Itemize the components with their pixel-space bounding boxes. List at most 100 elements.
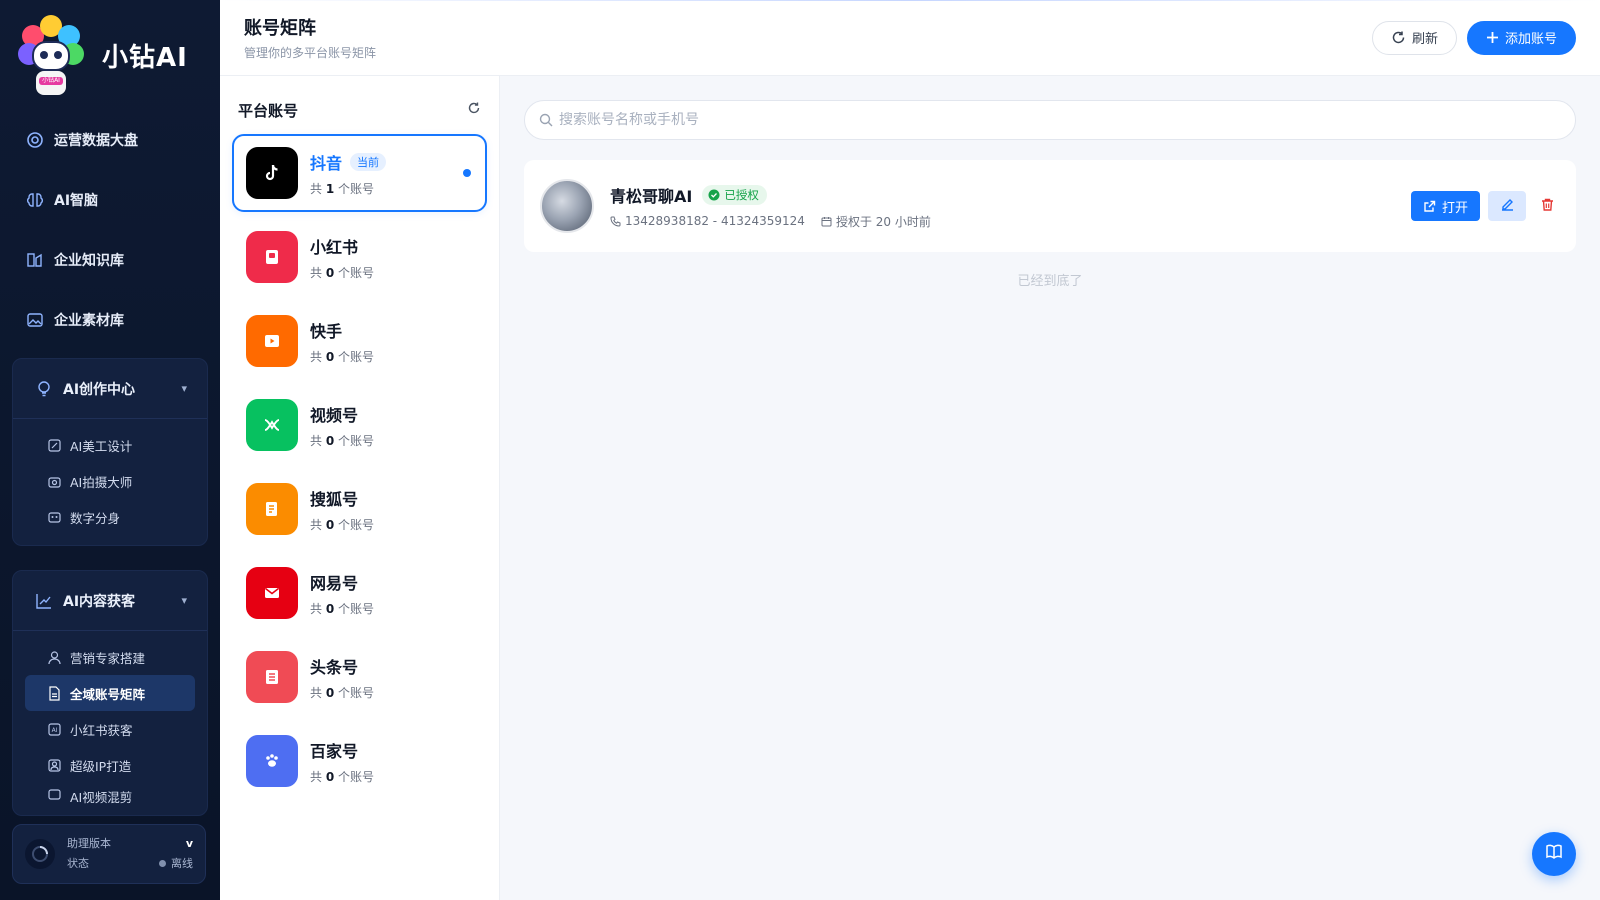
- ai-box-icon: AI: [47, 722, 62, 737]
- open-account-button[interactable]: 打开: [1410, 191, 1480, 221]
- authorized-badge: 已授权: [702, 184, 767, 205]
- platform-list: 抖音 当前 共 1 个账号 小红书 共 0 个账号 快手 共 0 个账号 视频号…: [232, 134, 487, 800]
- sub-item-ai-design[interactable]: AI美工设计: [25, 427, 195, 463]
- sub-item-xhs-acquire[interactable]: AI 小红书获客: [25, 711, 195, 747]
- platform-name: 网易号: [310, 573, 359, 593]
- chevron-down-icon: ▾: [181, 382, 187, 395]
- platform-count: 共 0 个账号: [310, 601, 375, 616]
- account-search[interactable]: [524, 100, 1576, 140]
- platform-item-xiaohongshu[interactable]: 小红书 共 0 个账号: [232, 218, 487, 296]
- platform-name: 小红书: [310, 237, 359, 257]
- calendar-icon: [821, 216, 832, 227]
- refresh-button[interactable]: 刷新: [1371, 20, 1457, 55]
- platform-count: 共 0 个账号: [310, 685, 375, 700]
- account-card[interactable]: 青松哥聊AI 已授权 13428938182 - 41324359124 授权于…: [524, 160, 1576, 252]
- svg-text:AI: AI: [52, 727, 58, 734]
- sub-item-ai-video-edit[interactable]: AI视频混剪: [25, 783, 195, 805]
- group-ai-create-header[interactable]: AI创作中心 ▾: [13, 359, 207, 419]
- auth-time: 授权于 20 小时前: [821, 213, 931, 230]
- platform-item-netease[interactable]: 网易号 共 0 个账号: [232, 554, 487, 632]
- refresh-platforms-icon[interactable]: [467, 101, 481, 119]
- bulb-icon: [35, 380, 53, 398]
- xiaohongshu-icon: [246, 231, 298, 283]
- nav-item-ai-brain[interactable]: AI智脑: [0, 170, 220, 230]
- account-phone: 13428938182 - 41324359124: [610, 214, 805, 228]
- platform-count: 共 0 个账号: [310, 265, 375, 280]
- knowledge-icon: [26, 251, 44, 269]
- platform-item-douyin[interactable]: 抖音 当前 共 1 个账号: [232, 134, 487, 212]
- brand[interactable]: 小钻AI 小钻AI: [0, 0, 220, 110]
- status-label: 状态: [67, 857, 89, 870]
- platform-name: 百家号: [310, 741, 359, 761]
- external-link-icon: [1423, 200, 1436, 213]
- main-content: 账号矩阵 管理你的多平台账号矩阵 刷新 添加账号 平台账号 抖音 当前 共 1 …: [220, 0, 1600, 900]
- help-book-button[interactable]: [1532, 832, 1576, 876]
- dashboard-icon: [26, 131, 44, 149]
- platform-item-shipinhao[interactable]: 视频号 共 0 个账号: [232, 386, 487, 464]
- group-ai-create: AI创作中心 ▾ AI美工设计 AI拍摄大师 数字分身: [12, 358, 208, 546]
- group-ai-content-header[interactable]: AI内容获客 ▾: [13, 571, 207, 631]
- check-circle-icon: [708, 189, 720, 201]
- pencil-icon: [1500, 197, 1515, 216]
- brand-name: 小钻AI: [102, 42, 188, 73]
- version-value: v: [185, 837, 193, 850]
- sub-item-marketing-expert[interactable]: 营销专家搭建: [25, 639, 195, 675]
- sub-item-digital-avatar[interactable]: 数字分身: [25, 499, 195, 535]
- platform-name: 搜狐号: [310, 489, 359, 509]
- toutiao-icon: [246, 651, 298, 703]
- brain-icon: [26, 191, 44, 209]
- plus-icon: [1486, 31, 1499, 44]
- nav-item-dashboard[interactable]: 运营数据大盘: [0, 110, 220, 170]
- sohu-icon: [246, 483, 298, 535]
- platform-panel: 平台账号 抖音 当前 共 1 个账号 小红书 共 0 个账号 快手 共 0 个账…: [220, 76, 500, 900]
- platform-name: 快手: [310, 321, 343, 341]
- list-end-text: 已经到底了: [1017, 274, 1083, 289]
- account-panel: 青松哥聊AI 已授权 13428938182 - 41: [500, 76, 1600, 900]
- shipinhao-icon: [246, 399, 298, 451]
- platform-item-sohu[interactable]: 搜狐号 共 0 个账号: [232, 470, 487, 548]
- page-subtitle: 管理你的多平台账号矩阵: [244, 46, 377, 60]
- phone-icon: [610, 216, 621, 227]
- palette-icon: [47, 438, 62, 453]
- group-ai-content: AI内容获客 ▾ 营销专家搭建 全域账号矩阵 AI 小红书获客 超级IP打造 A…: [12, 570, 208, 816]
- user-icon: [47, 650, 62, 665]
- nav-item-assets[interactable]: 企业素材库: [0, 290, 220, 350]
- sub-item-super-ip[interactable]: 超级IP打造: [25, 747, 195, 783]
- file-icon: [47, 685, 62, 701]
- platform-name: 头条号: [310, 657, 359, 677]
- search-input[interactable]: [559, 112, 1561, 128]
- platform-item-baijiahao[interactable]: 百家号 共 0 个账号: [232, 722, 487, 800]
- platform-count: 共 1 个账号: [310, 181, 375, 196]
- version-label: 助理版本: [67, 837, 111, 850]
- platform-panel-title: 平台账号: [232, 94, 487, 126]
- netease-mail-icon: [246, 567, 298, 619]
- sidebar: 小钻AI 小钻AI 运营数据大盘 AI智脑 企业知识库 企业素材库 AI创作中心…: [0, 0, 220, 900]
- platform-count: 共 0 个账号: [310, 349, 375, 364]
- platform-item-kuaishou[interactable]: 快手 共 0 个账号: [232, 302, 487, 380]
- delete-account-button[interactable]: [1534, 191, 1560, 221]
- account-name: 青松哥聊AI: [610, 186, 693, 206]
- loading-spinner-icon: [25, 839, 55, 869]
- platform-name: 视频号: [310, 405, 359, 425]
- platform-name: 抖音: [310, 153, 343, 173]
- status-value: 离线: [159, 854, 193, 874]
- book-icon: [1544, 842, 1564, 866]
- sub-item-ai-camera[interactable]: AI拍摄大师: [25, 463, 195, 499]
- refresh-icon: [1391, 30, 1406, 45]
- kuaishou-icon: [246, 315, 298, 367]
- add-account-button[interactable]: 添加账号: [1466, 20, 1576, 55]
- avatar-icon: [47, 510, 62, 525]
- baijiahao-paw-icon: [246, 735, 298, 787]
- app-root: 小钻AI 小钻AI 运营数据大盘 AI智脑 企业知识库 企业素材库 AI创作中心…: [0, 0, 1600, 900]
- platform-count: 共 0 个账号: [310, 769, 375, 784]
- nav-item-knowledge[interactable]: 企业知识库: [0, 230, 220, 290]
- platform-item-toutiao[interactable]: 头条号 共 0 个账号: [232, 638, 487, 716]
- douyin-icon: [246, 147, 298, 199]
- edit-account-button[interactable]: [1488, 191, 1526, 221]
- ip-icon: [47, 758, 62, 773]
- current-indicator-dot: [463, 169, 471, 177]
- sub-item-account-matrix[interactable]: 全域账号矩阵: [25, 675, 195, 711]
- assistant-status-panel[interactable]: 助理版本 v 状态 离线: [12, 824, 206, 884]
- content-body: 平台账号 抖音 当前 共 1 个账号 小红书 共 0 个账号 快手 共 0 个账…: [220, 76, 1600, 900]
- camera-icon: [47, 474, 62, 489]
